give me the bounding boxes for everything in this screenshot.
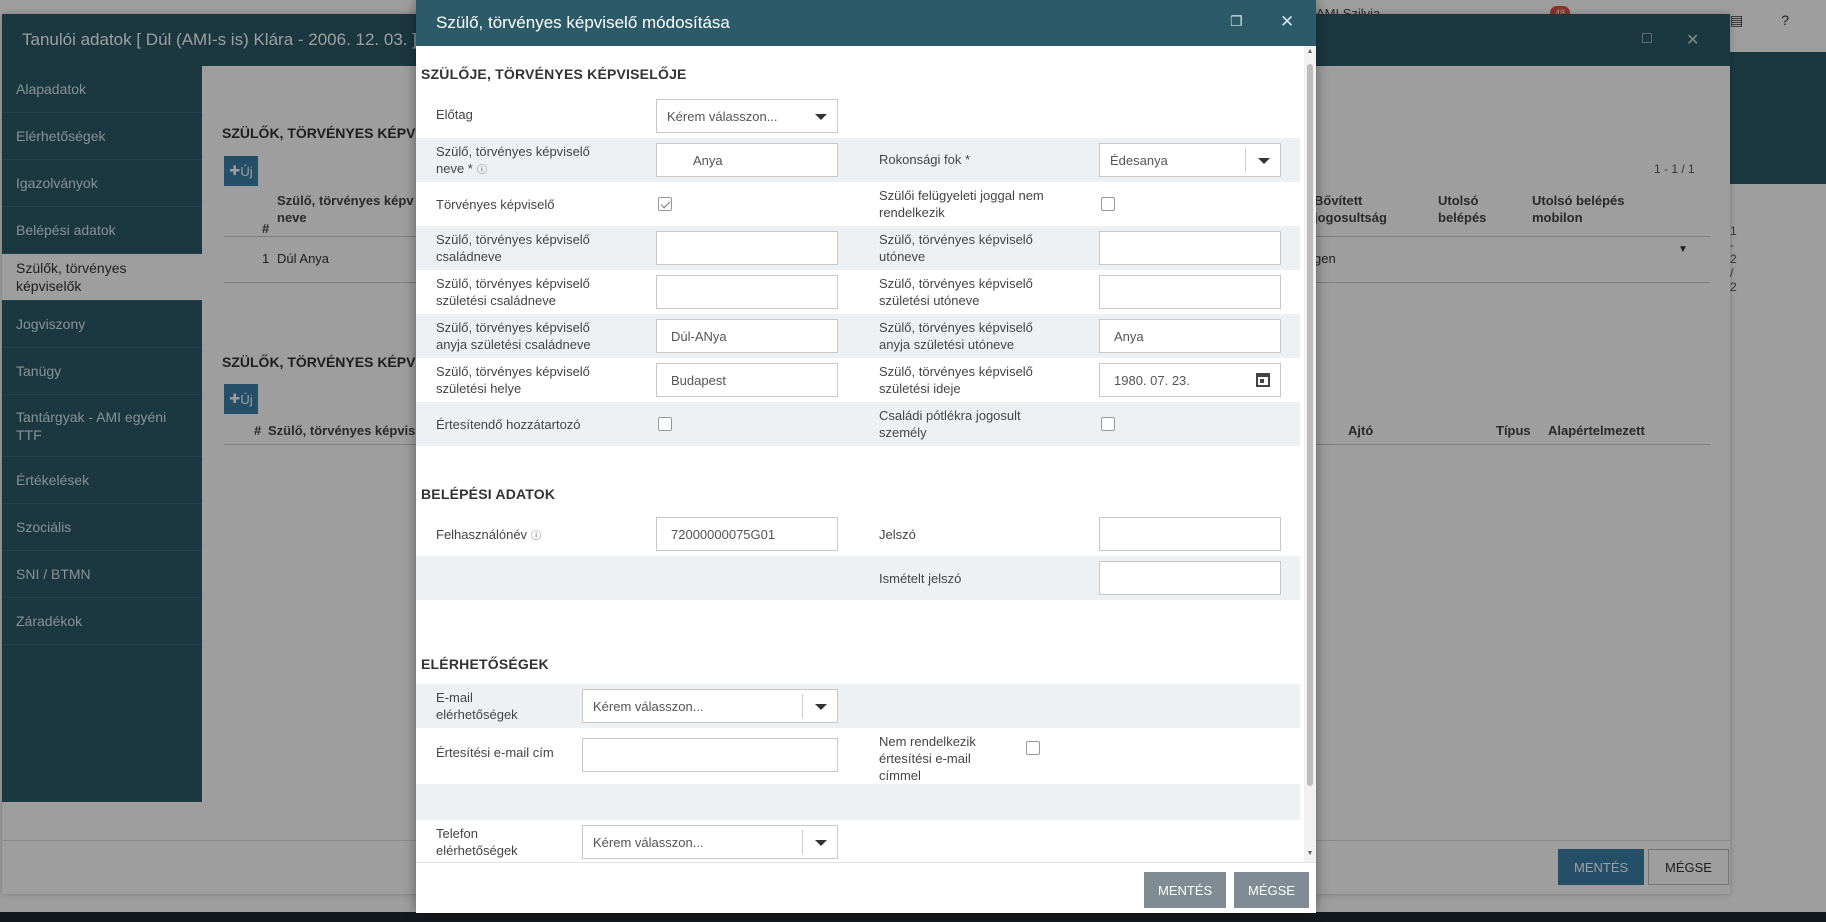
szul-ido-input[interactable]: 1980. 07. 23. xyxy=(1099,363,1281,397)
scroll-up-icon[interactable]: ▲ xyxy=(1306,48,1314,55)
ertesitendo-label: Értesítendő hozzátartozó xyxy=(436,417,581,432)
szul-utonev-input[interactable] xyxy=(1099,275,1281,309)
elotag-label: Előtag xyxy=(436,107,473,122)
felugyeleti-checkbox[interactable] xyxy=(1101,197,1115,211)
anyja-csaladnev-label: Szülő, törvényes képviselő anyja születé… xyxy=(436,320,591,352)
select-divider xyxy=(802,830,803,854)
row-name: Szülő, törvényes képviselő neve * ⓘ Anya … xyxy=(416,138,1300,182)
telefon-label: Telefon elérhetőségek xyxy=(436,826,518,858)
edit-parent-modal: Szülő, törvényes képviselő módosítása ❐ … xyxy=(416,0,1316,913)
modal-body: SZÜLŐJE, TÖRVÉNYES KÉPVISELŐJE Előtag Ké… xyxy=(416,46,1304,862)
email-label: E-mail elérhetőségek xyxy=(436,690,518,722)
row-ismetelt: Ismételt jelszó xyxy=(416,556,1300,600)
chevron-down-icon xyxy=(1258,158,1270,164)
scroll-thumb[interactable] xyxy=(1307,64,1313,786)
nem-rendelkezik-checkbox[interactable] xyxy=(1026,741,1040,755)
row-anyja: Szülő, törvényes képviselő anyja születé… xyxy=(416,314,1300,358)
szul-hely-value: Budapest xyxy=(671,372,726,388)
info-icon[interactable]: ⓘ xyxy=(477,165,487,176)
row-felhasznalo: Felhasználónév ⓘ 72000000075G01 Jelszó xyxy=(416,512,1300,556)
modal-scrollbar[interactable]: ▲ ▼ xyxy=(1304,46,1316,862)
rokonsagi-label: Rokonsági fok * xyxy=(879,152,971,167)
email-select[interactable]: Kérem válasszon... xyxy=(582,689,838,723)
close-icon[interactable]: ✕ xyxy=(1280,12,1294,32)
row-ertesitendo: Értesítendő hozzátartozó Családi pótlékr… xyxy=(416,402,1300,446)
szul-utonev-label: Szülő, törvényes képviselő születési utó… xyxy=(879,276,1033,308)
anyja-utonev-label: Szülő, törvényes képviselő anyja születé… xyxy=(879,320,1033,352)
csaladnev-label: Szülő, törvényes képviselő családneve xyxy=(436,232,590,264)
section-parent-title: SZÜLŐJE, TÖRVÉNYES KÉPVISELŐJE xyxy=(421,66,687,82)
ertesitesi-email-input[interactable] xyxy=(582,738,838,772)
ertesitendo-checkbox[interactable] xyxy=(658,417,672,431)
name-label: Szülő, törvényes képviselő neve * ⓘ xyxy=(436,144,590,176)
name-input[interactable]: Anya xyxy=(656,143,838,177)
felhasznalo-value: 72000000075G01 xyxy=(671,526,776,542)
section-login-title: BELÉPÉSI ADATOK xyxy=(421,486,556,502)
utonev-input[interactable] xyxy=(1099,231,1281,265)
torvenyes-label: Törvényes képviselő xyxy=(436,197,555,212)
calendar-icon[interactable] xyxy=(1256,373,1270,387)
csaladnev-input[interactable] xyxy=(656,231,838,265)
telefon-value: Kérem válasszon... xyxy=(593,834,704,850)
szul-ido-value: 1980. 07. 23. xyxy=(1114,372,1190,388)
jelszo-input[interactable] xyxy=(1099,517,1281,551)
scroll-down-icon[interactable]: ▼ xyxy=(1306,850,1314,857)
select-divider xyxy=(802,694,803,718)
felhasznalo-input[interactable]: 72000000075G01 xyxy=(656,517,838,551)
nem-rendelkezik-label: Nem rendelkezik értesítési e-mail címmel xyxy=(879,734,976,783)
row-ertesitesi-email: Értesítési e-mail cím Nem rendelkezik ér… xyxy=(416,728,1300,784)
anyja-utonev-value: Anya xyxy=(1114,328,1144,344)
rokonsagi-select[interactable]: Édesanya xyxy=(1099,143,1281,177)
anyja-utonev-input[interactable]: Anya xyxy=(1099,319,1281,353)
email-value: Kérem válasszon... xyxy=(593,698,704,714)
szul-csaladnev-label: Szülő, törvényes képviselő születési csa… xyxy=(436,276,590,308)
row-csaladnev: Szülő, törvényes képviselő családneve Sz… xyxy=(416,226,1300,270)
row-szul-hely: Szülő, törvényes képviselő születési hel… xyxy=(416,358,1300,402)
row-email: E-mail elérhetőségek Kérem válasszon... xyxy=(416,684,1300,728)
row-szul-nev: Szülő, törvényes képviselő születési csa… xyxy=(416,270,1300,314)
row-spacer xyxy=(416,784,1300,820)
modal-footer: MENTÉS MÉGSE xyxy=(416,862,1316,913)
chevron-down-icon xyxy=(815,114,827,120)
rokonsagi-value: Édesanya xyxy=(1110,152,1168,168)
row-elotag: Előtag Kérem válasszon... xyxy=(416,94,1300,138)
save-button[interactable]: MENTÉS xyxy=(1144,872,1227,908)
modal-header: Szülő, törvényes képviselő módosítása ❐ … xyxy=(416,0,1316,46)
szul-hely-label: Szülő, törvényes képviselő születési hel… xyxy=(436,364,590,396)
jelszo-label: Jelszó xyxy=(879,527,916,542)
felhasznalo-label: Felhasználónév ⓘ xyxy=(436,527,542,542)
szul-ido-label: Szülő, törvényes képviselő születési ide… xyxy=(879,364,1033,396)
restore-icon[interactable]: ❐ xyxy=(1230,13,1243,30)
elotag-value: Kérem válasszon... xyxy=(667,108,778,124)
select-divider xyxy=(1245,148,1246,172)
ismetelt-label: Ismételt jelszó xyxy=(879,571,962,586)
name-value: Anya xyxy=(693,152,723,168)
elotag-select[interactable]: Kérem válasszon... xyxy=(656,99,838,133)
cancel-button[interactable]: MÉGSE xyxy=(1234,872,1309,908)
modal-title: Szülő, törvényes képviselő módosítása xyxy=(436,13,730,32)
anyja-csaladnev-value: Dúl-ANya xyxy=(671,328,727,344)
ismetelt-input[interactable] xyxy=(1099,561,1281,595)
chevron-down-icon xyxy=(815,840,827,846)
row-telefon: Telefon elérhetőségek Kérem válasszon... xyxy=(416,820,1300,862)
row-torvenyes: Törvényes képviselő Szülői felügyeleti j… xyxy=(416,182,1300,226)
info-icon[interactable]: ⓘ xyxy=(531,531,541,542)
szul-csaladnev-input[interactable] xyxy=(656,275,838,309)
csaladi-checkbox[interactable] xyxy=(1101,417,1115,431)
torvenyes-checkbox[interactable] xyxy=(658,197,672,211)
csaladi-label: Családi pótlékra jogosult személy xyxy=(879,408,1021,440)
utonev-label: Szülő, törvényes képviselő utóneve xyxy=(879,232,1033,264)
szul-hely-input[interactable]: Budapest xyxy=(656,363,838,397)
chevron-down-icon xyxy=(815,704,827,710)
section-contact-title: ELÉRHETŐSÉGEK xyxy=(421,656,549,672)
ertesitesi-email-label: Értesítési e-mail cím xyxy=(436,745,554,760)
anyja-csaladnev-input[interactable]: Dúl-ANya xyxy=(656,319,838,353)
telefon-select[interactable]: Kérem válasszon... xyxy=(582,825,838,859)
felugyeleti-label: Szülői felügyeleti joggal nem rendelkezi… xyxy=(879,188,1044,220)
